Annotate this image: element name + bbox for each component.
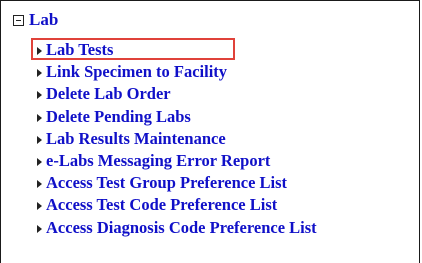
menu-item-delete-lab-order[interactable]: Delete Lab Order	[37, 83, 317, 105]
right-arrow-icon	[37, 113, 42, 122]
right-arrow-icon	[37, 91, 42, 100]
right-arrow-icon	[37, 180, 42, 189]
menu-item-label[interactable]: Delete Pending Labs	[46, 107, 191, 127]
menu-item-e-labs-messaging-error-report[interactable]: e-Labs Messaging Error Report	[37, 150, 317, 172]
collapse-minus-icon[interactable]	[13, 14, 24, 26]
right-arrow-icon	[37, 224, 42, 233]
section-title[interactable]: Lab	[29, 9, 58, 31]
menu-item-lab-tests[interactable]: Lab Tests	[31, 38, 317, 61]
menu-item-label[interactable]: Delete Lab Order	[46, 84, 171, 104]
lab-menu-list: Lab Tests Link Specimen to Facility Dele…	[31, 38, 317, 239]
menu-item-label[interactable]: Access Test Code Preference List	[46, 195, 277, 215]
menu-item-label[interactable]: Lab Tests	[46, 40, 113, 60]
right-arrow-icon	[37, 47, 42, 56]
menu-item-label[interactable]: Access Test Group Preference List	[46, 173, 287, 193]
right-arrow-icon	[37, 135, 42, 144]
menu-item-link-specimen-to-facility[interactable]: Link Specimen to Facility	[37, 61, 317, 83]
menu-item-delete-pending-labs[interactable]: Delete Pending Labs	[37, 106, 317, 128]
right-arrow-icon	[37, 69, 42, 78]
lab-section-header[interactable]: Lab	[13, 9, 58, 31]
menu-item-label[interactable]: Link Specimen to Facility	[46, 62, 227, 82]
menu-item-label[interactable]: Access Diagnosis Code Preference List	[46, 218, 317, 238]
menu-item-access-diagnosis-code-preference-list[interactable]: Access Diagnosis Code Preference List	[37, 217, 317, 239]
menu-item-access-test-group-preference-list[interactable]: Access Test Group Preference List	[37, 172, 317, 194]
menu-item-access-test-code-preference-list[interactable]: Access Test Code Preference List	[37, 194, 317, 216]
lab-menu-panel: Lab Lab Tests Link Specimen to Facility …	[0, 0, 420, 263]
menu-item-lab-results-maintenance[interactable]: Lab Results Maintenance	[37, 128, 317, 150]
menu-item-label[interactable]: e-Labs Messaging Error Report	[46, 151, 270, 171]
right-arrow-icon	[37, 202, 42, 211]
right-arrow-icon	[37, 158, 42, 167]
menu-item-label[interactable]: Lab Results Maintenance	[46, 129, 226, 149]
